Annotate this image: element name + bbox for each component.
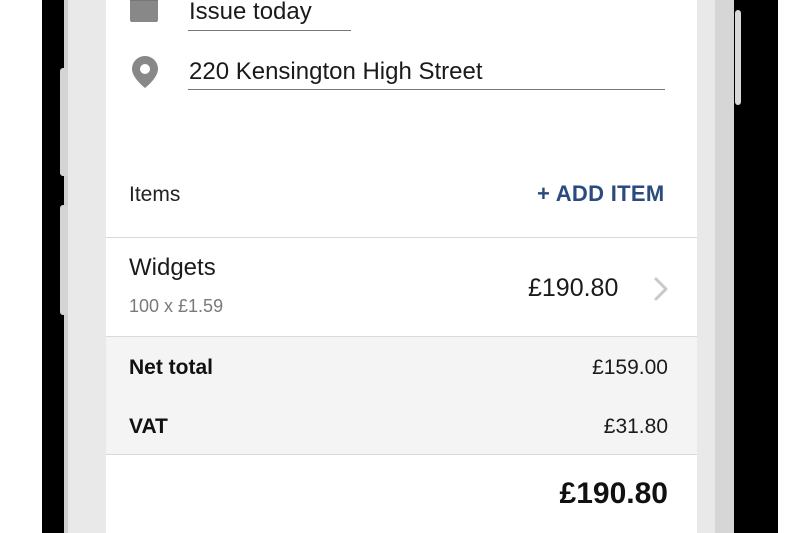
address-underline xyxy=(188,89,665,90)
net-total-value: £159.00 xyxy=(592,356,668,379)
vat-label: VAT xyxy=(129,415,168,438)
address-field[interactable]: 220 Kensington High Street xyxy=(189,58,483,86)
phone-frame-left xyxy=(64,0,106,533)
phone-volume-down-button xyxy=(60,205,68,315)
calendar-icon xyxy=(129,0,159,29)
add-item-button[interactable]: + ADD ITEM xyxy=(537,181,664,207)
chevron-right-icon xyxy=(653,276,669,307)
phone-power-button xyxy=(735,10,741,105)
totals-divider xyxy=(106,454,697,455)
net-total-label: Net total xyxy=(129,356,213,379)
totals-panel: Net total £159.00 VAT £31.80 xyxy=(106,337,697,454)
invoice-screen: Issue today 220 Kensington High Street I… xyxy=(106,0,697,533)
phone-frame-right-edge xyxy=(715,0,734,533)
issue-date-underline xyxy=(188,30,351,31)
line-item-detail: 100 x £1.59 xyxy=(129,296,224,316)
items-section-label: Items xyxy=(129,183,181,206)
issue-date-field[interactable]: Issue today xyxy=(189,0,312,26)
vat-value: £31.80 xyxy=(603,415,668,438)
grand-total-value: £190.80 xyxy=(559,477,668,510)
line-item-row[interactable]: Widgets 100 x £1.59 £190.80 xyxy=(106,238,697,336)
line-item-name: Widgets xyxy=(129,254,216,281)
phone-volume-up-button xyxy=(60,68,68,176)
location-pin-icon xyxy=(132,56,158,93)
line-item-amount: £190.80 xyxy=(528,274,619,302)
